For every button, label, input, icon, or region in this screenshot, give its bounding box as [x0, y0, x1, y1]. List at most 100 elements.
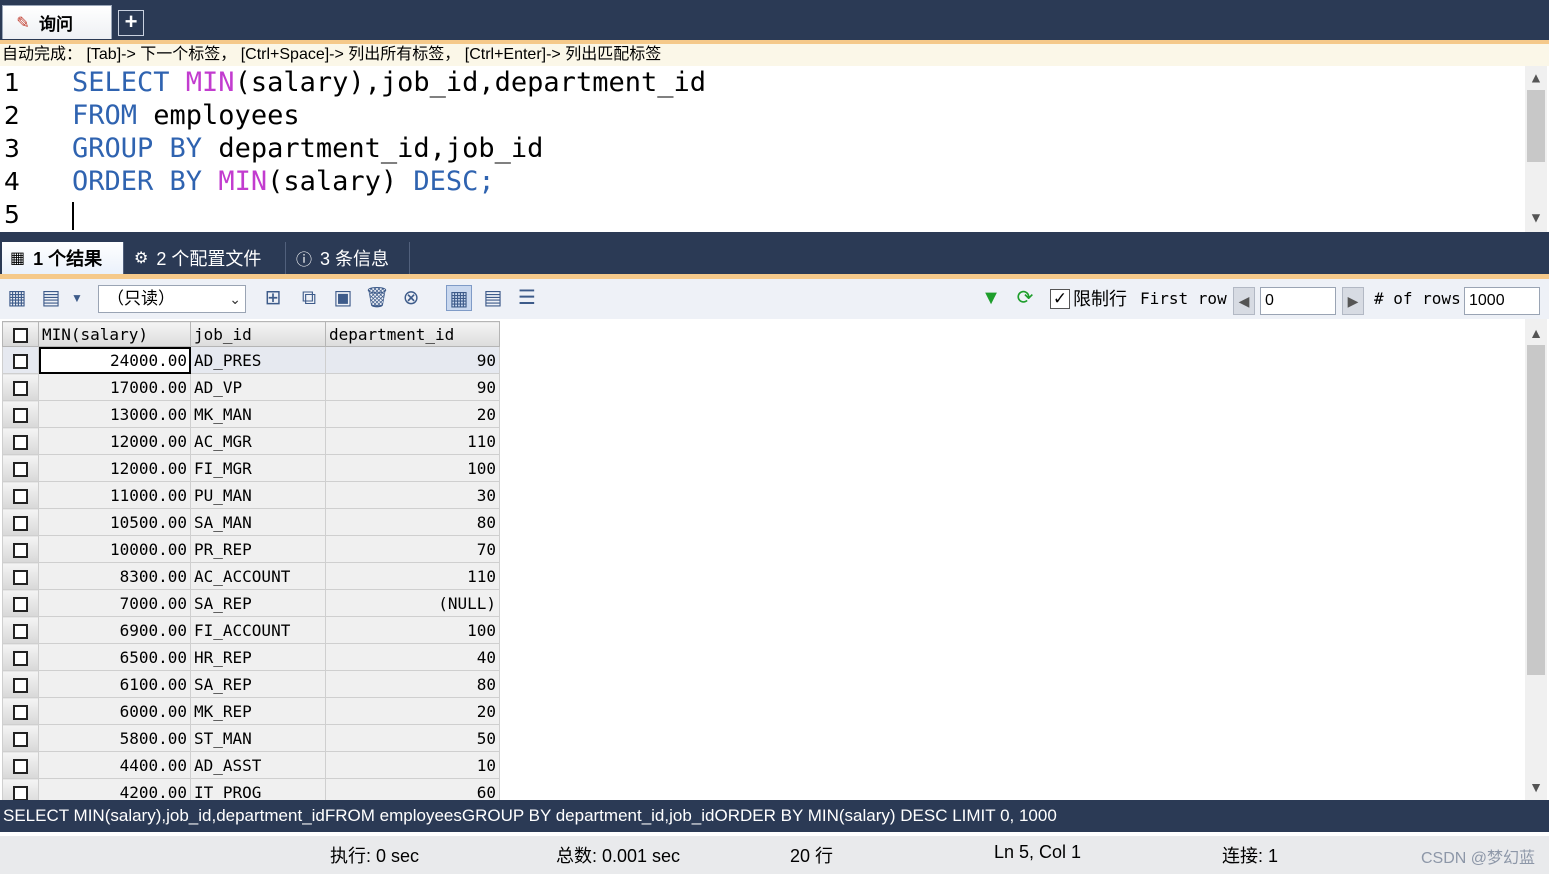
row-checkbox[interactable] — [2, 751, 39, 779]
table-row[interactable]: 12000.00 FI_MGR 100 — [2, 454, 500, 482]
row-checkbox[interactable] — [2, 562, 39, 590]
editor-scroll-thumb[interactable] — [1527, 90, 1545, 162]
rows-count-input[interactable]: 1000 — [1464, 287, 1540, 315]
code-line[interactable]: ORDER BY MIN(salary) DESC; — [72, 165, 495, 198]
table-cell[interactable]: AC_ACCOUNT — [190, 562, 326, 590]
table-cell[interactable]: 6900.00 — [38, 616, 191, 644]
row-checkbox[interactable] — [2, 373, 39, 401]
table-cell[interactable]: 4400.00 — [38, 751, 191, 779]
table-row[interactable]: 11000.00 PU_MAN 30 — [2, 481, 500, 509]
tab-query[interactable]: ✎ 询问 — [2, 5, 112, 39]
row-checkbox[interactable] — [2, 535, 39, 563]
row-checkbox[interactable] — [2, 589, 39, 617]
table-row[interactable]: 17000.00 AD_VP 90 — [2, 373, 500, 401]
row-checkbox[interactable] — [2, 427, 39, 455]
table-row[interactable]: 4200.00 IT_PROG 60 — [2, 778, 500, 800]
code-line[interactable]: FROM employees — [72, 99, 300, 132]
table-cell[interactable]: 40 — [325, 643, 500, 671]
table-cell[interactable]: MK_REP — [190, 697, 326, 725]
table-cell[interactable]: IT_PROG — [190, 778, 326, 800]
table-row[interactable]: 6900.00 FI_ACCOUNT 100 — [2, 616, 500, 644]
table-row[interactable]: 13000.00 MK_MAN 20 — [2, 400, 500, 428]
table-cell[interactable]: 100 — [325, 454, 500, 482]
table-cell[interactable]: 90 — [325, 346, 500, 374]
table-cell[interactable]: 6100.00 — [38, 670, 191, 698]
tab-messages[interactable]: ⓘ 3 条信息 — [288, 242, 410, 274]
export-grid-icon[interactable]: ▦ — [4, 285, 30, 311]
table-cell[interactable]: ST_MAN — [190, 724, 326, 752]
table-row[interactable]: 24000.00 AD_PRES 90 — [2, 346, 500, 374]
table-cell[interactable]: AD_PRES — [190, 346, 326, 374]
row-checkbox[interactable] — [2, 778, 39, 800]
first-row-input[interactable]: 0 — [1260, 287, 1336, 315]
table-cell[interactable]: (NULL) — [325, 589, 500, 617]
table-cell[interactable]: 110 — [325, 562, 500, 590]
table-cell[interactable]: 20 — [325, 697, 500, 725]
add-row-icon[interactable]: ⊞ — [260, 285, 286, 311]
table-cell[interactable]: 8300.00 — [38, 562, 191, 590]
table-cell[interactable]: 4200.00 — [38, 778, 191, 800]
readonly-select[interactable]: （只读） ⌄ — [98, 285, 246, 313]
result-mode-icon[interactable]: ▤ — [38, 285, 64, 311]
add-tab-button[interactable]: + — [118, 10, 144, 36]
discard-icon[interactable]: ⊗ — [398, 285, 424, 311]
column-header[interactable]: department_id — [325, 321, 500, 347]
grid-scroll-thumb[interactable] — [1527, 345, 1545, 675]
code-line[interactable]: GROUP BY department_id,job_id — [72, 132, 543, 165]
table-row[interactable]: 4400.00 AD_ASST 10 — [2, 751, 500, 779]
table-cell[interactable]: PU_MAN — [190, 481, 326, 509]
table-cell[interactable]: 10500.00 — [38, 508, 191, 536]
table-cell[interactable]: SA_REP — [190, 589, 326, 617]
text-view-icon[interactable]: ☰ — [514, 285, 540, 311]
limit-rows-checkbox[interactable]: ✓ — [1050, 289, 1070, 309]
table-cell[interactable]: 12000.00 — [38, 427, 191, 455]
column-header[interactable]: MIN(salary) — [38, 321, 191, 347]
sql-editor[interactable]: 1 2 3 4 5 SELECT MIN(salary),job_id,depa… — [0, 66, 1549, 232]
delete-icon[interactable]: 🗑 — [364, 285, 390, 311]
scroll-down-icon[interactable]: ▼ — [1525, 777, 1547, 797]
scroll-up-icon[interactable]: ▲ — [1525, 323, 1547, 343]
table-row[interactable]: 10500.00 SA_MAN 80 — [2, 508, 500, 536]
table-cell[interactable]: 20 — [325, 400, 500, 428]
scroll-up-icon[interactable]: ▲ — [1525, 68, 1547, 88]
grid-scrollbar[interactable]: ▲ ▼ — [1525, 319, 1547, 800]
code-line[interactable]: SELECT MIN(salary),job_id,department_id — [72, 66, 706, 99]
table-cell[interactable]: AC_MGR — [190, 427, 326, 455]
table-cell[interactable]: HR_REP — [190, 643, 326, 671]
row-checkbox[interactable] — [2, 616, 39, 644]
table-cell[interactable]: AD_VP — [190, 373, 326, 401]
filter-icon[interactable]: ▼ — [978, 285, 1004, 311]
table-cell[interactable]: 90 — [325, 373, 500, 401]
table-cell[interactable]: 5800.00 — [38, 724, 191, 752]
tab-results[interactable]: ▦ 1 个结果 — [2, 242, 124, 274]
table-cell[interactable]: 6500.00 — [38, 643, 191, 671]
table-cell[interactable]: 24000.00 — [38, 346, 191, 374]
table-cell[interactable]: MK_MAN — [190, 400, 326, 428]
table-cell[interactable]: SA_MAN — [190, 508, 326, 536]
table-row[interactable]: 6500.00 HR_REP 40 — [2, 643, 500, 671]
table-cell[interactable]: FI_ACCOUNT — [190, 616, 326, 644]
scroll-down-icon[interactable]: ▼ — [1525, 208, 1547, 228]
editor-scrollbar[interactable]: ▲ ▼ — [1525, 66, 1547, 232]
save-icon[interactable]: ▣ — [330, 285, 356, 311]
table-row[interactable]: 5800.00 ST_MAN 50 — [2, 724, 500, 752]
table-cell[interactable]: 10000.00 — [38, 535, 191, 563]
column-header[interactable]: job_id — [190, 321, 326, 347]
table-cell[interactable]: FI_MGR — [190, 454, 326, 482]
form-view-icon[interactable]: ▤ — [480, 285, 506, 311]
next-page-icon[interactable]: ▶ — [1342, 287, 1364, 315]
table-row[interactable]: 12000.00 AC_MGR 110 — [2, 427, 500, 455]
previous-page-icon[interactable]: ◀ — [1233, 287, 1255, 315]
table-row[interactable]: 10000.00 PR_REP 70 — [2, 535, 500, 563]
table-cell[interactable]: 7000.00 — [38, 589, 191, 617]
table-cell[interactable]: AD_ASST — [190, 751, 326, 779]
table-row[interactable]: 8300.00 AC_ACCOUNT 110 — [2, 562, 500, 590]
table-cell[interactable]: 70 — [325, 535, 500, 563]
table-cell[interactable]: 60 — [325, 778, 500, 800]
grid-view-icon[interactable]: ▦ — [446, 285, 472, 311]
table-cell[interactable]: 30 — [325, 481, 500, 509]
table-cell[interactable]: 11000.00 — [38, 481, 191, 509]
table-cell[interactable]: PR_REP — [190, 535, 326, 563]
table-cell[interactable]: 10 — [325, 751, 500, 779]
refresh-icon[interactable]: ⟳ — [1012, 285, 1038, 311]
